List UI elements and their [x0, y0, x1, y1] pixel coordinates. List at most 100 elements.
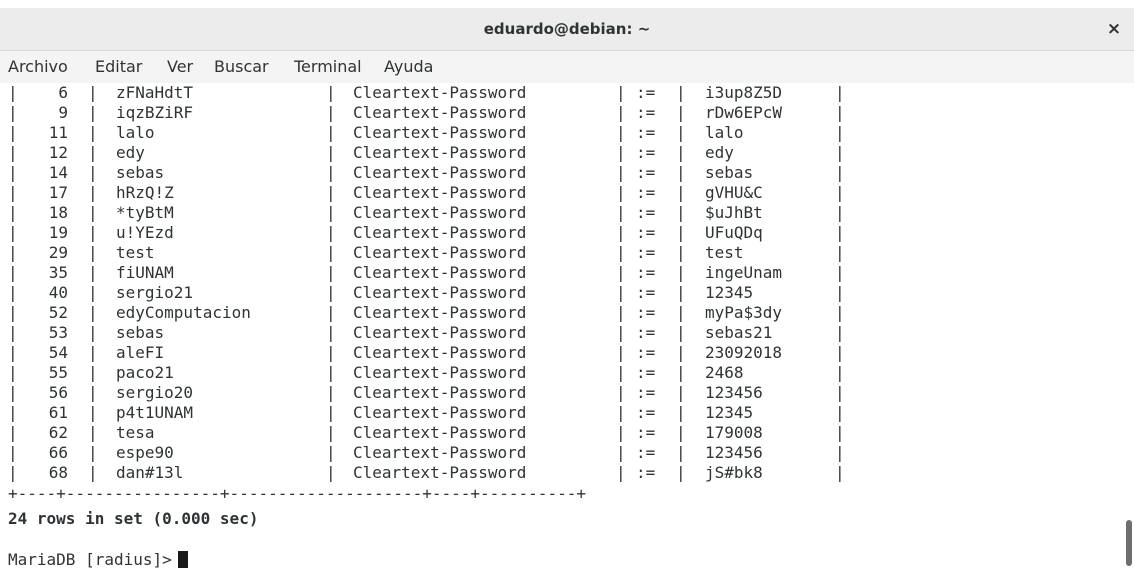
- cell-op: :=: [636, 143, 656, 162]
- column-separator: |: [676, 443, 686, 462]
- column-separator: |: [88, 383, 98, 402]
- cell-id: 56: [48, 383, 68, 402]
- cell-value: sebas: [705, 163, 754, 182]
- column-separator: |: [8, 263, 18, 282]
- menu-buscar[interactable]: Buscar: [214, 57, 269, 76]
- column-separator: |: [835, 383, 845, 402]
- column-separator: |: [8, 143, 18, 162]
- column-separator: |: [676, 423, 686, 442]
- cell-username: u!YEzd: [116, 223, 174, 242]
- column-separator: |: [88, 83, 98, 102]
- cell-id: 14: [48, 163, 68, 182]
- column-separator: |: [326, 203, 336, 222]
- window-title: eduardo@debian: ~: [483, 20, 651, 38]
- cell-value: 12345: [705, 403, 754, 422]
- menu-ayuda[interactable]: Ayuda: [384, 57, 433, 76]
- cell-op: :=: [636, 443, 656, 462]
- column-separator: |: [616, 423, 626, 442]
- column-separator: |: [676, 283, 686, 302]
- cell-username: sebas: [116, 323, 165, 342]
- column-separator: |: [616, 123, 626, 142]
- column-separator: |: [835, 283, 845, 302]
- column-separator: |: [616, 203, 626, 222]
- column-separator: |: [616, 343, 626, 362]
- cell-username: tesa: [116, 423, 155, 442]
- cell-id: 18: [48, 203, 68, 222]
- scrollbar[interactable]: [1126, 520, 1132, 566]
- cell-value: 179008: [705, 423, 763, 442]
- cell-id: 54: [48, 343, 68, 362]
- column-separator: |: [326, 283, 336, 302]
- cell-op: :=: [636, 163, 656, 182]
- cell-op: :=: [636, 383, 656, 402]
- column-separator: |: [676, 343, 686, 362]
- cell-username: sergio20: [116, 383, 194, 402]
- column-separator: |: [616, 223, 626, 242]
- column-separator: |: [676, 243, 686, 262]
- menu-ver[interactable]: Ver: [167, 57, 193, 76]
- cell-op: :=: [636, 263, 656, 282]
- column-separator: |: [835, 243, 845, 262]
- cell-value: gVHU&C: [705, 183, 763, 202]
- column-separator: |: [8, 323, 18, 342]
- column-separator: |: [326, 163, 336, 182]
- column-separator: |: [676, 383, 686, 402]
- column-separator: |: [676, 363, 686, 382]
- text-cursor: [177, 551, 188, 568]
- column-separator: |: [616, 383, 626, 402]
- cell-attribute: Cleartext-Password: [353, 283, 527, 302]
- close-button[interactable]: ×: [1102, 17, 1126, 41]
- menu-bar: Archivo Editar Ver Buscar Terminal Ayuda: [0, 51, 1134, 83]
- cell-id: 11: [48, 123, 68, 142]
- column-separator: |: [835, 83, 845, 102]
- terminal-output[interactable]: | 6 | zFNaHdtT | Cleartext-Password |:= | i3up8Z…: [0, 83, 1124, 570]
- column-separator: |: [676, 403, 686, 422]
- cell-attribute: Cleartext-Password: [353, 163, 527, 182]
- mariadb-prompt[interactable]: MariaDB [radius]>: [8, 550, 188, 570]
- cell-value: 2468: [705, 363, 744, 382]
- cell-value: myPa$3dy: [705, 303, 783, 322]
- column-separator: |: [8, 223, 18, 242]
- menu-archivo[interactable]: Archivo: [8, 57, 68, 76]
- cell-value: sebas21: [705, 323, 773, 342]
- column-separator: |: [326, 363, 336, 382]
- cell-op: :=: [636, 303, 656, 322]
- cell-attribute: Cleartext-Password: [353, 323, 527, 342]
- cell-value: 123456: [705, 383, 763, 402]
- cell-value: edy: [705, 143, 734, 162]
- cell-op: :=: [636, 223, 656, 242]
- column-separator: |: [616, 323, 626, 342]
- column-separator: |: [88, 223, 98, 242]
- column-separator: |: [616, 163, 626, 182]
- cell-op: :=: [636, 463, 656, 482]
- column-separator: |: [326, 443, 336, 462]
- menu-editar[interactable]: Editar: [95, 57, 142, 76]
- cell-attribute: Cleartext-Password: [353, 363, 527, 382]
- column-separator: |: [835, 143, 845, 162]
- cell-value: i3up8Z5D: [705, 83, 783, 102]
- cell-attribute: Cleartext-Password: [353, 243, 527, 262]
- menu-terminal[interactable]: Terminal: [294, 57, 362, 76]
- cell-op: :=: [636, 83, 656, 102]
- cell-value: 23092018: [705, 343, 783, 362]
- column-separator: |: [8, 403, 18, 422]
- column-separator: |: [616, 263, 626, 282]
- column-separator: |: [88, 303, 98, 322]
- column-separator: |: [8, 103, 18, 122]
- cell-attribute: Cleartext-Password: [353, 343, 527, 362]
- cell-attribute: Cleartext-Password: [353, 203, 527, 222]
- cell-id: 6: [58, 83, 68, 102]
- column-separator: |: [326, 343, 336, 362]
- column-separator: |: [676, 223, 686, 242]
- cell-op: :=: [636, 243, 656, 262]
- column-separator: |: [8, 83, 18, 102]
- column-separator: |: [835, 443, 845, 462]
- cell-op: :=: [636, 363, 656, 382]
- column-separator: |: [88, 163, 98, 182]
- column-separator: |: [8, 303, 18, 322]
- column-separator: |: [88, 463, 98, 482]
- column-separator: |: [835, 123, 845, 142]
- cell-op: :=: [636, 123, 656, 142]
- column-separator: |: [835, 403, 845, 422]
- title-bar[interactable]: eduardo@debian: ~ ×: [0, 8, 1134, 51]
